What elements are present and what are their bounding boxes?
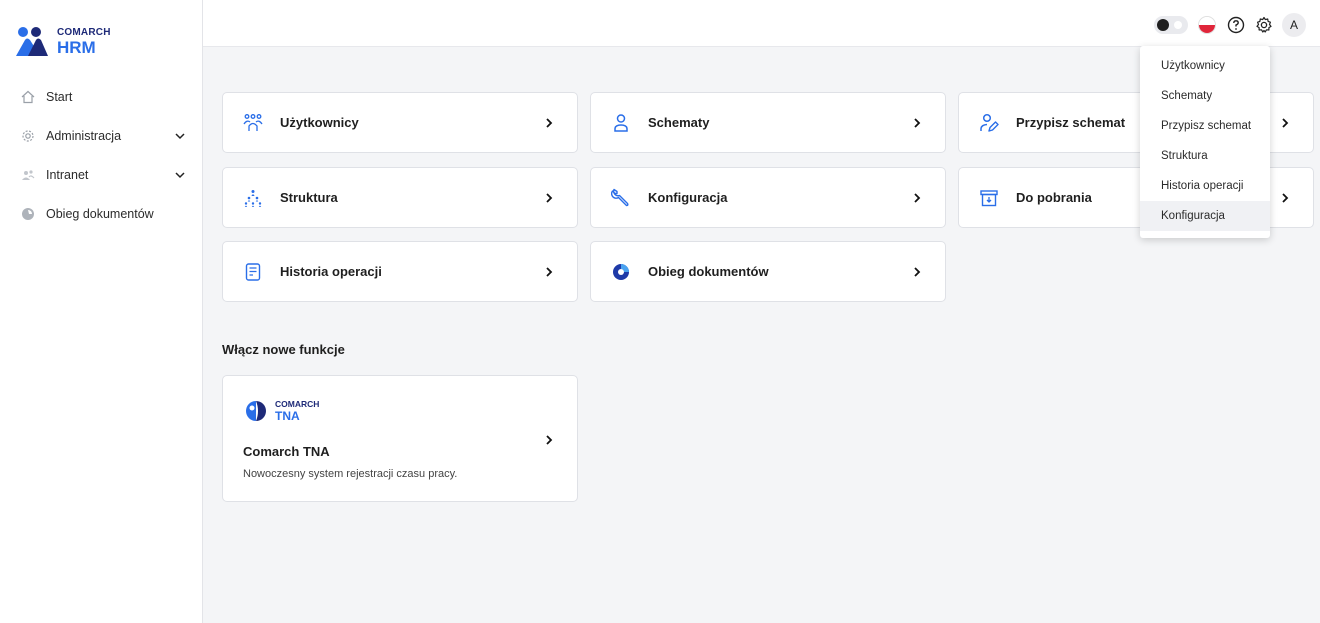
sidebar-item-label: Administracja bbox=[46, 128, 122, 143]
chevron-right-icon bbox=[546, 435, 553, 445]
feature-card-tna[interactable]: COMARCH TNA Comarch TNA Nowoczesny syste… bbox=[222, 375, 578, 502]
sidebar-item-label: Obieg dokumentów bbox=[46, 206, 154, 221]
document-flow-icon bbox=[21, 207, 35, 221]
logo-product: HRM bbox=[57, 38, 96, 57]
tile-label: Przypisz schemat bbox=[1016, 115, 1126, 130]
chevron-right-icon bbox=[1282, 117, 1289, 128]
tile-uzytkownicy[interactable]: Użytkownicy bbox=[222, 92, 578, 153]
users-group-icon bbox=[243, 113, 263, 133]
toggle-knob bbox=[1157, 19, 1169, 31]
tile-label: Struktura bbox=[280, 190, 338, 205]
sidebar-item-administracja[interactable]: Administracja bbox=[0, 116, 202, 155]
chevron-down-icon[interactable] bbox=[174, 169, 186, 181]
moon-icon bbox=[1174, 21, 1182, 29]
chevron-down-icon[interactable] bbox=[174, 130, 186, 142]
gear-icon[interactable] bbox=[1254, 15, 1274, 35]
download-box-icon bbox=[979, 188, 999, 208]
menu-item-struktura[interactable]: Struktura bbox=[1140, 141, 1270, 171]
sidebar-item-intranet[interactable]: Intranet bbox=[0, 155, 202, 194]
tna-logo: COMARCH TNA bbox=[243, 398, 319, 424]
chevron-right-icon bbox=[546, 266, 553, 277]
settings-dropdown-menu: Użytkownicy Schematy Przypisz schemat St… bbox=[1140, 46, 1270, 238]
tile-label: Obieg dokumentów bbox=[648, 264, 769, 279]
tile-label: Użytkownicy bbox=[280, 115, 359, 130]
chevron-right-icon bbox=[914, 117, 921, 128]
tile-struktura[interactable]: Struktura bbox=[222, 167, 578, 228]
assign-user-icon bbox=[979, 113, 999, 133]
gear-icon bbox=[21, 129, 35, 143]
people-icon bbox=[21, 168, 35, 182]
history-list-icon bbox=[243, 262, 263, 282]
topbar: A bbox=[203, 0, 1320, 47]
tile-label: Konfiguracja bbox=[648, 190, 728, 205]
section-title-new-features: Włącz nowe funkcje bbox=[222, 342, 345, 357]
chevron-right-icon bbox=[914, 266, 921, 277]
app-logo[interactable]: COMARCH HRM bbox=[16, 26, 111, 58]
tile-label: Do pobrania bbox=[1016, 190, 1092, 205]
chevron-right-icon bbox=[1282, 192, 1289, 203]
tile-label: Schematy bbox=[648, 115, 710, 130]
logo-brand: COMARCH bbox=[57, 27, 111, 38]
menu-item-uzytkownicy[interactable]: Użytkownicy bbox=[1140, 51, 1270, 81]
sidebar-nav: Start Administracja Intranet Obieg dokum… bbox=[0, 86, 202, 233]
comarch-tna-logo-icon bbox=[243, 398, 269, 424]
wrench-icon bbox=[611, 188, 631, 208]
document-flow-icon bbox=[611, 262, 631, 282]
tile-label: Historia operacji bbox=[280, 264, 382, 279]
chevron-right-icon bbox=[546, 117, 553, 128]
help-icon[interactable] bbox=[1226, 15, 1246, 35]
feature-name: Comarch TNA bbox=[243, 444, 330, 459]
tile-konfiguracja[interactable]: Konfiguracja bbox=[590, 167, 946, 228]
language-flag-pl-icon[interactable] bbox=[1198, 16, 1216, 34]
menu-item-konfiguracja[interactable]: Konfiguracja bbox=[1140, 201, 1270, 231]
chevron-right-icon bbox=[546, 192, 553, 203]
chevron-right-icon bbox=[914, 192, 921, 203]
org-structure-icon bbox=[243, 188, 263, 208]
sidebar-item-label: Intranet bbox=[46, 167, 89, 182]
tile-obieg-dokumentow[interactable]: Obieg dokumentów bbox=[590, 241, 946, 302]
menu-item-schematy[interactable]: Schematy bbox=[1140, 81, 1270, 111]
tna-logo-brand: COMARCH bbox=[275, 399, 320, 410]
tile-historia-operacji[interactable]: Historia operacji bbox=[222, 241, 578, 302]
home-icon bbox=[21, 90, 35, 104]
sidebar-item-obieg-dokumentow[interactable]: Obieg dokumentów bbox=[0, 194, 202, 233]
sidebar: COMARCH HRM Start Administracja Intranet bbox=[0, 0, 203, 623]
feature-description: Nowoczesny system rejestracji czasu prac… bbox=[243, 468, 458, 480]
menu-item-historia-operacji[interactable]: Historia operacji bbox=[1140, 171, 1270, 201]
user-avatar[interactable]: A bbox=[1282, 13, 1306, 37]
comarch-logo-icon bbox=[16, 26, 48, 58]
sidebar-item-label: Start bbox=[46, 90, 73, 104]
tile-schematy[interactable]: Schematy bbox=[590, 92, 946, 153]
tna-logo-product: TNA bbox=[275, 408, 300, 423]
theme-toggle[interactable] bbox=[1154, 16, 1188, 34]
sidebar-item-start[interactable]: Start bbox=[0, 86, 202, 108]
person-icon bbox=[611, 113, 631, 133]
menu-item-przypisz-schemat[interactable]: Przypisz schemat bbox=[1140, 111, 1270, 141]
